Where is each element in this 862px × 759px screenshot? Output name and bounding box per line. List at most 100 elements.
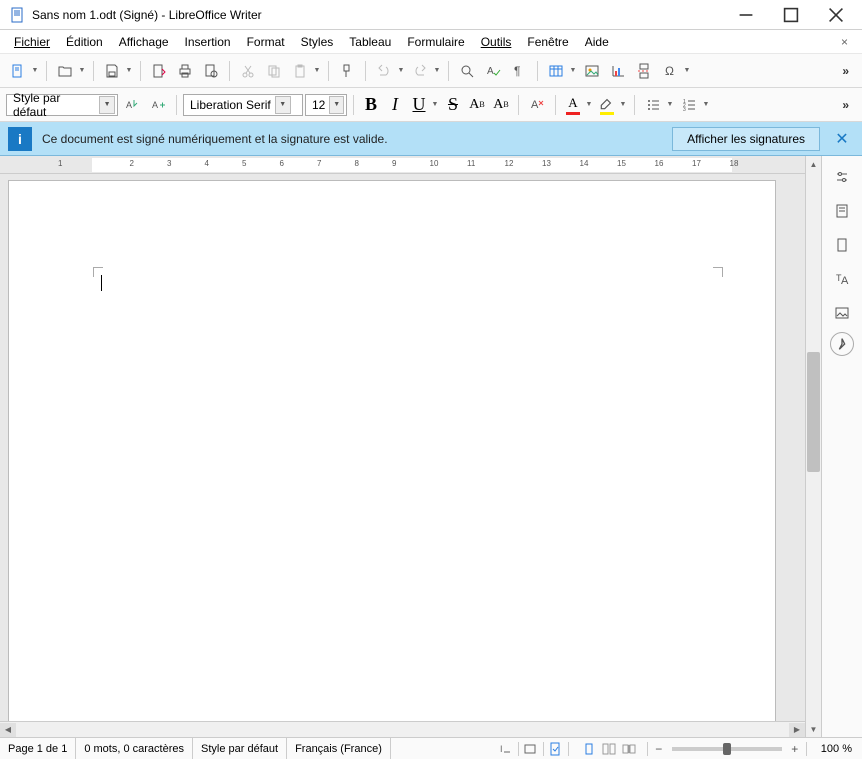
copy-button[interactable]	[262, 59, 286, 83]
infobar-close-button[interactable]: ✕	[830, 127, 854, 151]
document-viewport[interactable]	[0, 174, 805, 721]
strikethrough-button[interactable]: S	[442, 94, 464, 116]
sidebar-styles-icon[interactable]: TA	[827, 264, 857, 294]
sidebar-settings-icon[interactable]	[827, 162, 857, 192]
scroll-right-icon[interactable]: ▶	[789, 723, 805, 737]
menubar-overflow-icon[interactable]: ×	[833, 35, 856, 49]
numbering-button[interactable]: 123	[677, 93, 701, 117]
font-color-button[interactable]: A	[562, 94, 584, 116]
font-size-combo[interactable]: 12 ▼	[305, 94, 347, 116]
underline-dropdown[interactable]: ▼	[430, 93, 440, 117]
zoom-value[interactable]: 100 %	[811, 743, 862, 755]
sidebar-gallery-icon[interactable]	[827, 298, 857, 328]
zoom-in-button[interactable]: +	[788, 742, 802, 756]
export-pdf-button[interactable]	[147, 59, 171, 83]
menu-insertion[interactable]: Insertion	[177, 32, 239, 52]
menu-affichage[interactable]: Affichage	[111, 32, 177, 52]
paste-button[interactable]	[288, 59, 312, 83]
bullets-button[interactable]	[641, 93, 665, 117]
update-style-button[interactable]: A	[120, 93, 144, 117]
chart-button[interactable]	[606, 59, 630, 83]
status-page[interactable]: Page 1 de 1	[0, 738, 76, 759]
save-dropdown[interactable]: ▼	[124, 59, 134, 83]
vertical-scrollbar[interactable]: ▲ ▼	[805, 156, 821, 737]
menu-tableau[interactable]: Tableau	[341, 32, 399, 52]
horizontal-scrollbar[interactable]: ◀ ▶	[0, 721, 805, 737]
page[interactable]	[8, 180, 776, 721]
page-break-button[interactable]	[632, 59, 656, 83]
view-single-page-icon[interactable]	[581, 741, 597, 757]
scroll-down-icon[interactable]: ▼	[806, 721, 821, 737]
cut-button[interactable]	[236, 59, 260, 83]
menu-aide[interactable]: Aide	[577, 32, 617, 52]
font-color-dropdown[interactable]: ▼	[584, 93, 594, 117]
new-style-button[interactable]: A	[146, 93, 170, 117]
undo-button[interactable]	[372, 59, 396, 83]
font-name-combo[interactable]: Liberation Serif ▼	[183, 94, 303, 116]
menu-formulaire[interactable]: Formulaire	[399, 32, 472, 52]
sidebar-properties-icon[interactable]	[827, 196, 857, 226]
insert-mode-icon[interactable]: I	[498, 741, 514, 757]
svg-text:Ω: Ω	[665, 64, 674, 78]
bold-button[interactable]: B	[360, 94, 382, 116]
highlight-button[interactable]	[596, 94, 618, 116]
print-preview-button[interactable]	[199, 59, 223, 83]
paste-dropdown[interactable]: ▼	[312, 59, 322, 83]
italic-button[interactable]: I	[384, 94, 406, 116]
print-button[interactable]	[173, 59, 197, 83]
image-button[interactable]	[580, 59, 604, 83]
menu-fenetre[interactable]: Fenêtre	[519, 32, 576, 52]
sidebar-navigator-icon[interactable]	[830, 332, 854, 356]
minimize-button[interactable]	[723, 1, 768, 29]
clear-formatting-button[interactable]: A	[525, 93, 549, 117]
undo-dropdown[interactable]: ▼	[396, 59, 406, 83]
view-multi-page-icon[interactable]	[601, 741, 617, 757]
open-button[interactable]	[53, 59, 77, 83]
scroll-up-icon[interactable]: ▲	[806, 156, 821, 172]
menu-styles[interactable]: Styles	[293, 32, 342, 52]
bullets-dropdown[interactable]: ▼	[665, 93, 675, 117]
underline-button[interactable]: U	[408, 94, 430, 116]
new-dropdown[interactable]: ▼	[30, 59, 40, 83]
special-char-dropdown[interactable]: ▼	[682, 59, 692, 83]
formatting-overflow-icon[interactable]: »	[836, 98, 856, 112]
special-char-button[interactable]: Ω	[658, 59, 682, 83]
sidebar-page-icon[interactable]	[827, 230, 857, 260]
close-button[interactable]	[813, 1, 858, 29]
redo-button[interactable]	[408, 59, 432, 83]
toolbar-overflow-icon[interactable]: »	[836, 64, 856, 78]
zoom-out-button[interactable]: −	[652, 742, 666, 756]
menu-outils[interactable]: Outils	[473, 32, 520, 52]
maximize-button[interactable]	[768, 1, 813, 29]
status-language[interactable]: Français (France)	[287, 738, 391, 759]
table-button[interactable]	[544, 59, 568, 83]
scroll-left-icon[interactable]: ◀	[0, 723, 16, 737]
menu-fichier[interactable]: Fichier	[6, 32, 58, 52]
open-dropdown[interactable]: ▼	[77, 59, 87, 83]
numbering-dropdown[interactable]: ▼	[701, 93, 711, 117]
horizontal-ruler[interactable]: 123456789101112131415161718	[0, 156, 805, 174]
subscript-button[interactable]: AB	[490, 94, 512, 116]
table-dropdown[interactable]: ▼	[568, 59, 578, 83]
redo-dropdown[interactable]: ▼	[432, 59, 442, 83]
spellcheck-button[interactable]: A	[481, 59, 505, 83]
menu-edition[interactable]: Édition	[58, 32, 111, 52]
selection-mode-icon[interactable]	[523, 741, 539, 757]
paragraph-style-combo[interactable]: Style par défaut ▼	[6, 94, 118, 116]
zoom-slider[interactable]	[672, 747, 782, 751]
find-button[interactable]	[455, 59, 479, 83]
view-book-icon[interactable]	[621, 741, 637, 757]
scrollbar-thumb[interactable]	[807, 352, 820, 472]
signature-status-icon[interactable]	[548, 741, 564, 757]
formatting-marks-button[interactable]: ¶	[507, 59, 531, 83]
superscript-button[interactable]: AB	[466, 94, 488, 116]
svg-text:A: A	[126, 100, 132, 110]
menu-format[interactable]: Format	[239, 32, 293, 52]
new-button[interactable]	[6, 59, 30, 83]
status-words[interactable]: 0 mots, 0 caractères	[76, 738, 193, 759]
clone-formatting-button[interactable]	[335, 59, 359, 83]
status-style[interactable]: Style par défaut	[193, 738, 287, 759]
highlight-dropdown[interactable]: ▼	[618, 93, 628, 117]
save-button[interactable]	[100, 59, 124, 83]
show-signatures-button[interactable]: Afficher les signatures	[672, 127, 820, 151]
